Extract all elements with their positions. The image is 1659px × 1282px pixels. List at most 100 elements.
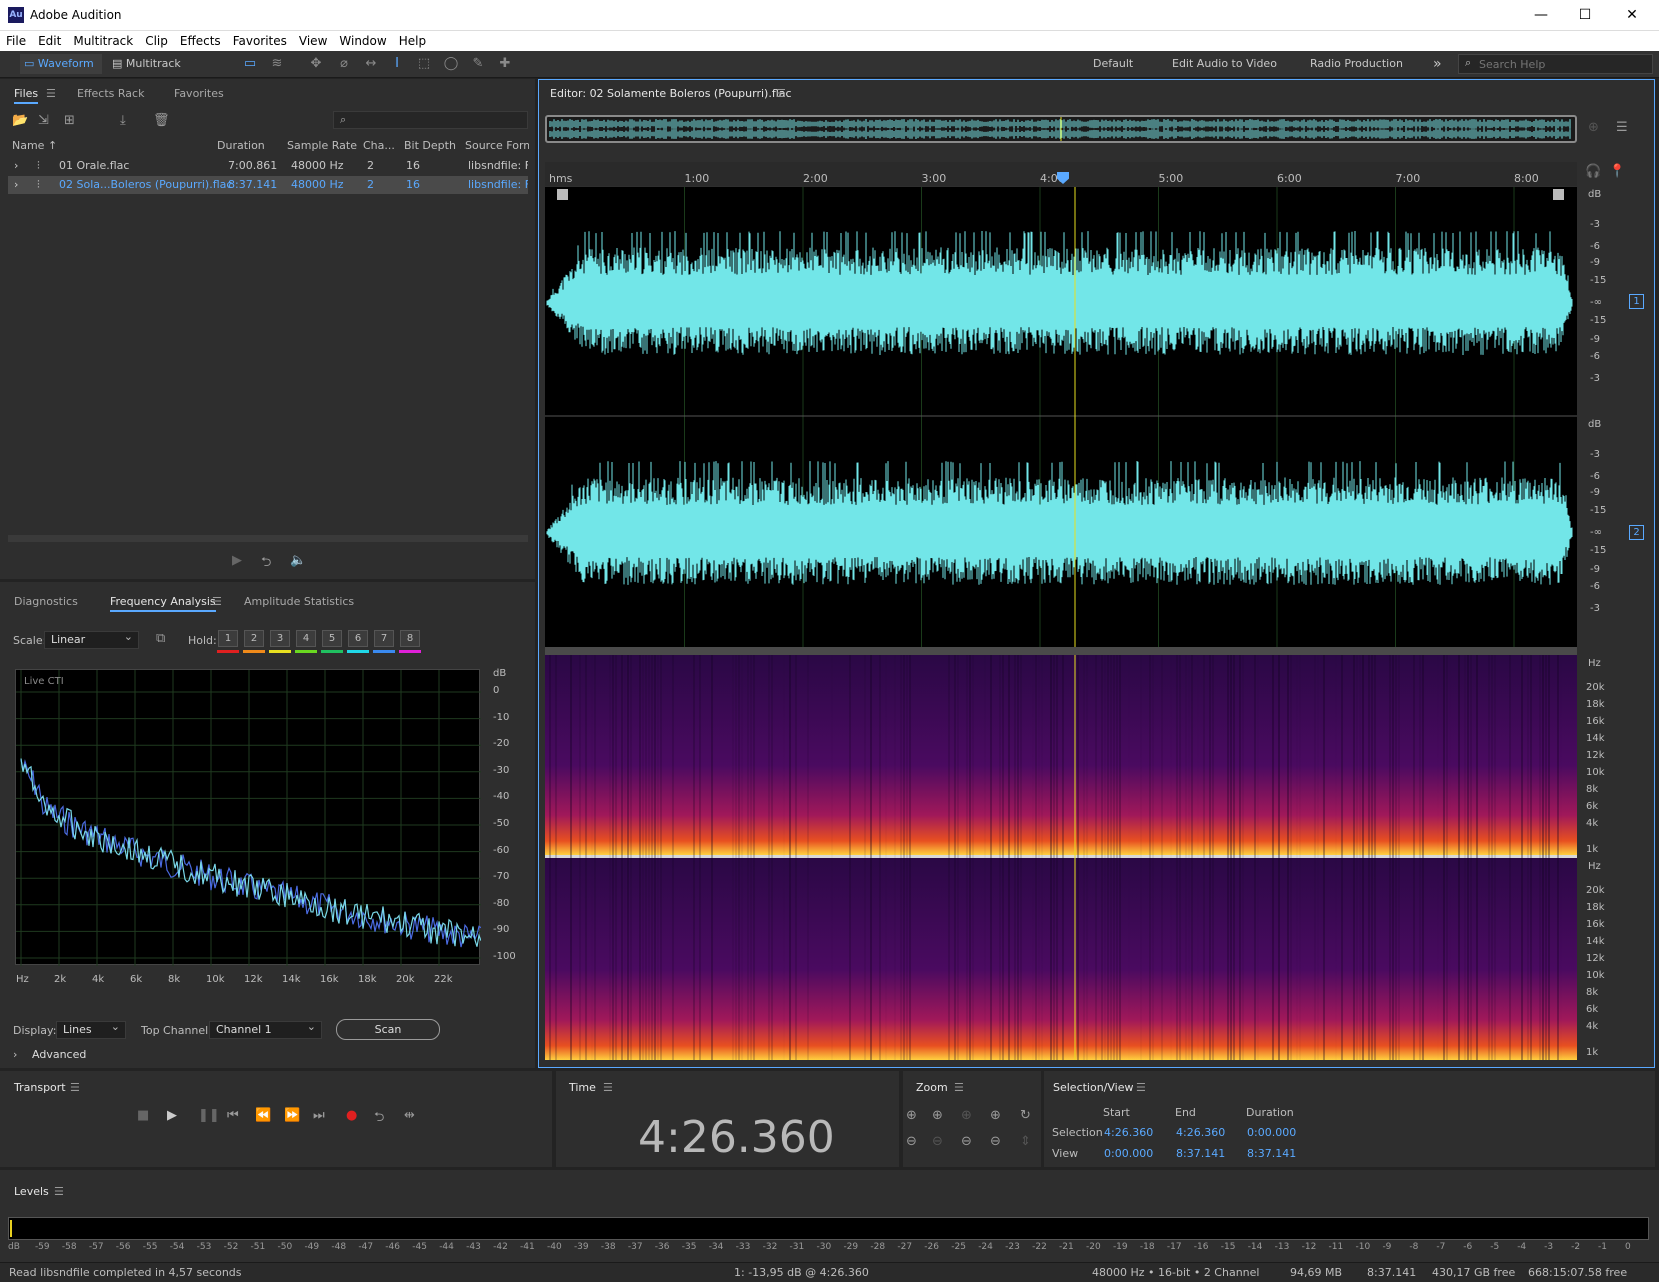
col-channels[interactable]: Cha... bbox=[363, 139, 395, 152]
panel-settings-icon[interactable]: ☰ bbox=[1616, 120, 1628, 135]
file-row[interactable]: › ⫶ 01 Orale.flac 7:00.861 48000 Hz 2 16… bbox=[8, 157, 528, 175]
chevron-right-icon[interactable]: › bbox=[13, 1048, 17, 1061]
tab-favorites[interactable]: Favorites bbox=[174, 87, 224, 100]
play-icon[interactable]: ▶ bbox=[167, 1108, 177, 1123]
minimize-icon[interactable]: — bbox=[1519, 0, 1563, 31]
menu-item-favorites[interactable]: Favorites bbox=[227, 31, 293, 51]
menu-item-help[interactable]: Help bbox=[393, 31, 432, 51]
zoom-out-time-icon[interactable]: ⊖ bbox=[932, 1134, 943, 1149]
levels-menu-icon[interactable]: ☰ bbox=[54, 1185, 64, 1198]
menu-item-clip[interactable]: Clip bbox=[139, 31, 174, 51]
zoom-in-right-icon[interactable]: ↻ bbox=[1020, 1108, 1031, 1123]
hold-button-6[interactable]: 6 bbox=[348, 630, 368, 647]
col-sample-rate[interactable]: Sample Rate bbox=[287, 139, 357, 152]
selection-duration[interactable]: 0:00.000 bbox=[1247, 1126, 1296, 1139]
fade-in-handle-icon[interactable] bbox=[557, 189, 568, 200]
spot-healing-icon[interactable]: ✚ bbox=[495, 55, 515, 73]
hold-button-7[interactable]: 7 bbox=[374, 630, 394, 647]
hold-button-1[interactable]: 1 bbox=[218, 630, 238, 647]
zoom-in-left-icon[interactable]: ⊕ bbox=[990, 1108, 1001, 1123]
insert-icon[interactable]: ⤓ bbox=[120, 113, 126, 128]
zoom-in-amplitude-icon[interactable]: ⊕ bbox=[906, 1108, 917, 1123]
hold-button-4[interactable]: 4 bbox=[296, 630, 316, 647]
scan-button[interactable]: Scan bbox=[336, 1019, 440, 1040]
delete-icon[interactable]: 🗑 bbox=[153, 113, 170, 128]
rewind-icon[interactable]: ⏪ bbox=[255, 1108, 271, 1123]
files-menu-icon[interactable]: ☰ bbox=[46, 87, 56, 100]
new-file-icon[interactable]: ⊞ bbox=[64, 113, 75, 128]
transport-menu-icon[interactable]: ☰ bbox=[70, 1081, 80, 1094]
selection-end[interactable]: 4:26.360 bbox=[1176, 1126, 1225, 1139]
col-source-format[interactable]: Source Form bbox=[465, 139, 529, 152]
zoom-in-time-icon[interactable]: ⊕ bbox=[932, 1108, 943, 1123]
zoom-to-selection-icon[interactable]: ⊕ bbox=[961, 1108, 972, 1123]
loop-icon[interactable]: ⮌ bbox=[261, 553, 271, 575]
top-channel-dropdown[interactable]: Channel 1 bbox=[209, 1019, 322, 1039]
zoom-out-full-icon[interactable]: ⊖ bbox=[961, 1134, 972, 1149]
import-file-icon[interactable]: ⇲ bbox=[38, 113, 49, 128]
speaker-icon[interactable]: 🔈 bbox=[290, 553, 306, 568]
file-row-selected[interactable]: › ⫶ 02 Sola...Boleros (Poupurri).flac 8:… bbox=[8, 176, 528, 194]
go-to-end-icon[interactable]: ⏭ bbox=[313, 1108, 325, 1123]
view-start[interactable]: 0:00.000 bbox=[1104, 1147, 1153, 1160]
maximize-icon[interactable]: ☐ bbox=[1563, 0, 1607, 31]
zoom-out-amplitude-icon[interactable]: ⊖ bbox=[906, 1134, 917, 1149]
record-icon[interactable]: ● bbox=[346, 1108, 357, 1123]
workspace-default[interactable]: Default bbox=[1093, 54, 1133, 74]
spectral-display[interactable] bbox=[545, 655, 1577, 1060]
play-icon[interactable]: ▶ bbox=[232, 553, 242, 568]
hold-button-2[interactable]: 2 bbox=[244, 630, 264, 647]
waveform-display[interactable] bbox=[545, 187, 1577, 647]
scale-dropdown[interactable]: Linear bbox=[44, 629, 139, 649]
col-duration[interactable]: Duration bbox=[217, 139, 265, 152]
chevron-right-icon[interactable]: › bbox=[14, 178, 18, 191]
col-bit-depth[interactable]: Bit Depth bbox=[404, 139, 456, 152]
workspace-radio-production[interactable]: Radio Production bbox=[1310, 54, 1403, 74]
lasso-tool-icon[interactable]: ◯ bbox=[441, 55, 461, 73]
time-menu-icon[interactable]: ☰ bbox=[603, 1081, 613, 1094]
menu-item-view[interactable]: View bbox=[293, 31, 333, 51]
overview-navigator[interactable] bbox=[545, 115, 1577, 143]
time-selection-tool-icon[interactable]: I bbox=[387, 55, 407, 73]
multitrack-button[interactable]: ▤ Multitrack bbox=[112, 54, 181, 74]
channel-1-badge[interactable]: 1 bbox=[1629, 294, 1644, 309]
chevron-right-icon[interactable]: › bbox=[14, 159, 18, 172]
display-dropdown[interactable]: Lines bbox=[56, 1019, 126, 1039]
menu-item-effects[interactable]: Effects bbox=[174, 31, 227, 51]
fast-forward-icon[interactable]: ⏩ bbox=[284, 1108, 300, 1123]
close-icon[interactable]: ✕ bbox=[1610, 0, 1654, 31]
hold-button-3[interactable]: 3 bbox=[270, 630, 290, 647]
view-end[interactable]: 8:37.141 bbox=[1176, 1147, 1225, 1160]
view-duration[interactable]: 8:37.141 bbox=[1247, 1147, 1296, 1160]
zoom-menu-icon[interactable]: ☰ bbox=[954, 1081, 964, 1094]
zoom-target-icon[interactable]: ⊕ bbox=[1588, 120, 1599, 135]
tab-frequency-analysis[interactable]: Frequency Analysis bbox=[110, 595, 216, 612]
copy-icon[interactable]: ⧉ bbox=[156, 631, 165, 646]
marquee-tool-icon[interactable]: ⬚ bbox=[414, 55, 434, 73]
selection-start[interactable]: 4:26.360 bbox=[1104, 1126, 1153, 1139]
waveform-button[interactable]: ▭ Waveform bbox=[20, 54, 102, 74]
razor-tool-icon[interactable]: ⌀ bbox=[334, 55, 354, 73]
menu-item-file[interactable]: File bbox=[0, 31, 32, 51]
spectral-view-icon[interactable]: ≋ bbox=[267, 55, 287, 73]
stop-icon[interactable]: ■ bbox=[137, 1108, 149, 1123]
tab-amplitude-statistics[interactable]: Amplitude Statistics bbox=[244, 595, 354, 608]
open-file-icon[interactable]: 📂 bbox=[12, 113, 28, 128]
waveform-view-icon[interactable]: ▭ bbox=[240, 55, 260, 73]
editor-menu-icon[interactable]: ☰ bbox=[776, 87, 786, 100]
tab-effects-rack[interactable]: Effects Rack bbox=[77, 87, 144, 100]
zoom-reset-icon[interactable]: ⇕ bbox=[1020, 1134, 1031, 1149]
tab-files[interactable]: Files bbox=[14, 87, 39, 104]
analysis-menu-icon[interactable]: ☰ bbox=[212, 595, 222, 608]
advanced-toggle[interactable]: Advanced bbox=[32, 1048, 86, 1061]
go-to-start-icon[interactable]: ⏮ bbox=[227, 1108, 239, 1123]
menu-item-window[interactable]: Window bbox=[333, 31, 392, 51]
brush-tool-icon[interactable]: ✎ bbox=[468, 55, 488, 73]
col-name[interactable]: Name ↑ bbox=[12, 139, 57, 152]
move-tool-icon[interactable]: ✥ bbox=[306, 55, 326, 73]
horizontal-scrollbar[interactable] bbox=[8, 535, 528, 542]
search-help-field[interactable]: ⌕ bbox=[1458, 54, 1653, 74]
channel-2-badge[interactable]: 2 bbox=[1629, 525, 1644, 540]
menu-item-multitrack[interactable]: Multitrack bbox=[67, 31, 139, 51]
headphones-icon[interactable]: 🎧 bbox=[1585, 164, 1601, 179]
